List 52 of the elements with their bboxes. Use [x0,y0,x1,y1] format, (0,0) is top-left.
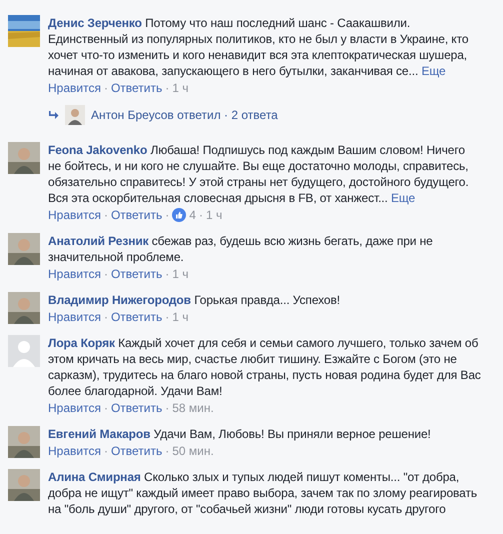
comment-time: 1 ч [172,266,189,282]
author-link[interactable]: Feona Jakovenko [48,143,148,157]
separator-dot: · [165,207,170,223]
separator-dot: · [165,80,170,96]
like-link[interactable]: Нравится [48,80,101,96]
reaction-count: 4 [189,207,196,223]
more-link[interactable]: Еще [421,64,446,78]
author-link[interactable]: Алина Смирная [48,470,141,484]
comment-text: Денис Зерченко Потому что наш последний шанс - Саакашвили. Единственный из популярных политиков, кто не был у власти в Украине, кто хочет что-то изменить и кого ненавидит вся эта клептократическая шушера, начиная от авакова, запускающего в него бутылки, заканчивая се... Еще [48,15,470,79]
comment-time: 1 ч [172,309,189,325]
like-link[interactable]: Нравится [48,266,101,282]
reply-link[interactable]: Ответить [110,400,162,416]
author-link[interactable]: Евгений Макаров [48,427,150,441]
separator-dot: · [104,266,108,282]
author-link[interactable]: Лора Коряк [48,336,115,350]
separator-dot: · [104,443,108,459]
avatar-icon [8,335,40,367]
reply-arrow-icon [48,110,59,120]
like-link[interactable]: Нравится [48,207,101,223]
separator-dot: · [165,266,170,282]
more-link[interactable]: Еще [391,191,416,205]
separator-dot: · [104,400,108,416]
separator-dot: · [165,309,170,325]
comment-time: 1 ч [206,207,222,223]
reply-link[interactable]: Ответить [110,309,162,325]
reply-link[interactable]: Ответить [110,207,162,223]
separator-dot: · [104,309,108,325]
comment-text: Анатолий Резник сбежав раз, будешь всю жизнь бегать, даже при не значительной проблеме. [48,233,434,265]
reply-link[interactable]: Ответить [110,443,162,459]
comment-time: 58 мин. [172,400,214,416]
separator-dot: · [104,207,108,223]
reply-link[interactable]: Ответить [110,80,162,96]
thumbs-up-icon[interactable] [172,208,186,222]
separator-dot: · [165,400,170,416]
author-link[interactable]: Владимир Нижегородов [48,293,191,307]
comment-text: Владимир Нижегородов Горькая правда... Успехов! [48,292,341,308]
comment-text: Евгений Макаров Удачи Вам, Любовь! Вы приняли верное решение! [48,426,432,442]
replies-link[interactable]: Антон Бреусов ответил · 2 ответа [91,108,278,122]
author-link[interactable]: Анатолий Резник [48,234,149,248]
like-link[interactable]: Нравится [48,400,101,416]
separator-dot: · [104,80,108,96]
separator-dot: · [198,207,203,223]
comment-text: Feona Jakovenko Любаша! Подпишусь под каждым Вашим словом! Ничего не бойтесь, и ни кого не слушайте. Вы еще достаточно молоды, справитесь, обязательно справитесь! У этой страны нет будущего, достойного будущего. Вся эта оскорбительная словесная дрысня в FB, от ханжест... Еще [48,142,470,206]
reply-link[interactable]: Ответить [110,266,162,282]
comment-text: Лора Коряк Каждый хочет для себя и семьи самого лучшего, только зачем об этом кричать на весь мир, счастье любит тишину. Езжайте с Богом (это не сарказм), трудитесь на благо новой страны, пусть новая родина будет для Вас более благодарной. Удачи Вам! [48,335,481,399]
like-link[interactable]: Нравится [48,309,101,325]
comment-time: 1 ч [172,80,189,96]
like-link[interactable]: Нравится [48,443,101,459]
comment-time: 50 мин. [172,443,214,459]
separator-dot: · [165,443,170,459]
author-link[interactable]: Денис Зерченко [48,16,142,30]
comment-text: Алина Смирная Сколько злых и тупых людей пишут коменты... "от добра, добра не ищут" каждый имеет право выбора, зачем так по злому реагировать на "боль души" другого, от "собачьей жизни" люди готовы кусать другого [48,469,478,517]
